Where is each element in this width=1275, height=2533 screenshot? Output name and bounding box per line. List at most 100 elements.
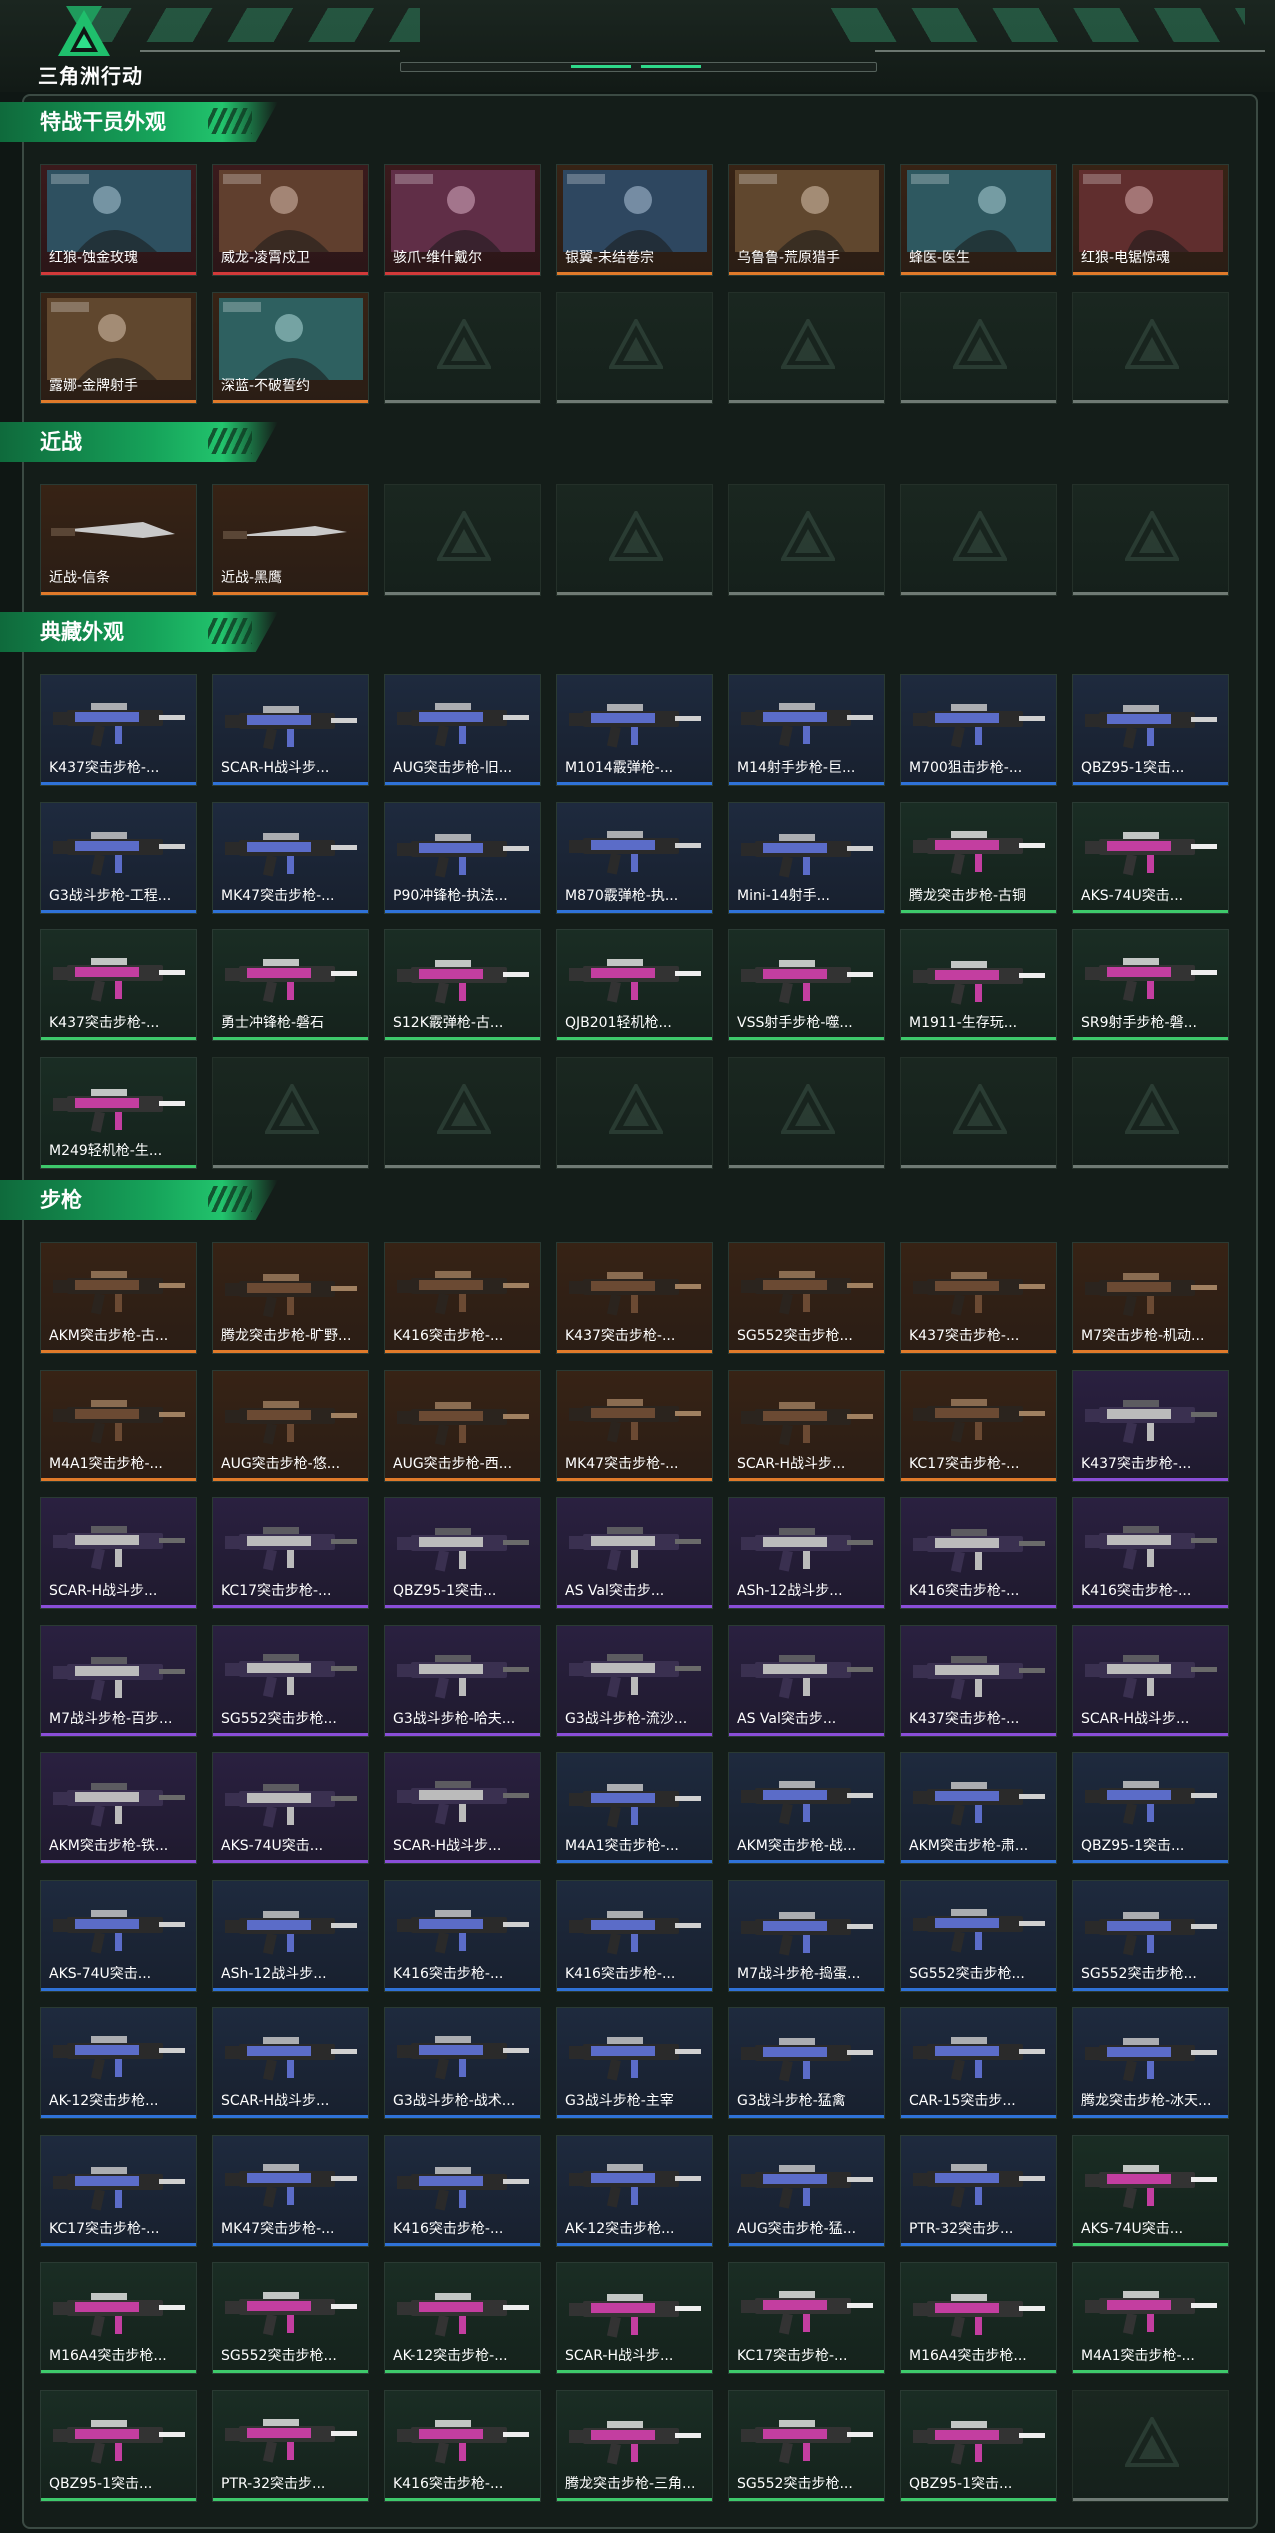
item-card[interactable]: 勇士冲锋枪-磐石 [212,929,369,1041]
item-card[interactable]: MK47突击步枪-... [212,801,369,914]
item-card[interactable]: K416突击步枪-... [384,2134,541,2247]
item-card[interactable]: 骇爪-维什戴尔 [384,164,541,276]
item-card[interactable]: QBZ95-1突击... [900,2389,1057,2502]
item-card[interactable]: M16A4突击步枪... [900,2262,1057,2374]
item-card[interactable]: AUG突击步枪-旧... [384,674,541,786]
item-card[interactable]: AKM突击步枪-铁... [40,1752,197,1864]
item-card[interactable]: 银翼-未结卷宗 [556,164,713,276]
item-card[interactable]: M249轻机枪-生... [40,1056,197,1169]
item-card[interactable]: KC17突击步枪-... [212,1497,369,1609]
item-card[interactable]: M4A1突击步枪-... [556,1752,713,1864]
item-card[interactable]: VSS射手步枪-噬... [728,929,885,1041]
item-card[interactable]: AKM突击步枪-战... [728,1752,885,1864]
item-card[interactable]: 近战-黑鹰 [212,484,369,596]
item-card[interactable]: G3战斗步枪-战术... [384,2007,541,2119]
item-card[interactable]: QBZ95-1突击... [1072,674,1229,786]
item-card[interactable]: M7战斗步枪-百步... [40,1624,197,1737]
item-card[interactable]: G3战斗步枪-哈夫... [384,1624,541,1737]
item-card[interactable]: QBZ95-1突击... [384,1497,541,1609]
item-card[interactable]: SG552突击步枪... [728,1242,885,1354]
item-card[interactable]: K437突击步枪-... [40,674,197,786]
item-card[interactable]: AK-12突击步枪... [40,2007,197,2119]
item-card[interactable]: AK-12突击步枪-... [384,2262,541,2374]
item-card[interactable]: AKS-74U突击... [1072,2134,1229,2247]
item-card[interactable]: 红狼-电锯惊魂 [1072,164,1229,276]
item-card[interactable]: KC17突击步枪-... [900,1369,1057,1482]
item-card[interactable]: K416突击步枪-... [900,1497,1057,1609]
item-card[interactable]: AKS-74U突击... [40,1879,197,1992]
item-card[interactable]: 近战-信条 [40,484,197,596]
item-card[interactable]: AKS-74U突击... [1072,801,1229,914]
item-card[interactable]: P90冲锋枪-执法... [384,801,541,914]
item-card[interactable]: SCAR-H战斗步... [384,1752,541,1864]
item-card[interactable]: AUG突击步枪-西... [384,1369,541,1482]
item-card[interactable]: Mini-14射手... [728,801,885,914]
item-card[interactable]: K416突击步枪-... [1072,1497,1229,1609]
item-card[interactable]: 深蓝-不破誓约 [212,291,369,404]
item-card[interactable]: MK47突击步枪-... [556,1369,713,1482]
item-card[interactable]: 露娜-金牌射手 [40,291,197,404]
item-card[interactable]: QBZ95-1突击... [1072,1752,1229,1864]
item-card[interactable]: M7战斗步枪-捣蛋... [728,1879,885,1992]
item-card[interactable]: M870霰弹枪-执... [556,801,713,914]
item-card[interactable]: SCAR-H战斗步... [728,1369,885,1482]
item-card[interactable]: G3战斗步枪-主宰 [556,2007,713,2119]
item-card[interactable]: MK47突击步枪-... [212,2134,369,2247]
item-card[interactable]: 腾龙突击步枪-三角... [556,2389,713,2502]
item-card[interactable]: AUG突击步枪-猛... [728,2134,885,2247]
item-card[interactable]: ASh-12战斗步... [212,1879,369,1992]
item-card[interactable]: K437突击步枪-... [1072,1369,1229,1482]
item-card[interactable]: 红狼-蚀金玫瑰 [40,164,197,276]
item-card[interactable]: SG552突击步枪... [728,2389,885,2502]
item-card[interactable]: AUG突击步枪-悠... [212,1369,369,1482]
item-card[interactable]: K437突击步枪-... [900,1242,1057,1354]
item-card[interactable]: QBZ95-1突击... [40,2389,197,2502]
item-card[interactable]: K437突击步枪-... [40,929,197,1041]
item-card[interactable]: SCAR-H战斗步... [212,2007,369,2119]
item-card[interactable]: 乌鲁鲁-荒原猎手 [728,164,885,276]
item-card[interactable]: SCAR-H战斗步... [212,674,369,786]
item-card[interactable]: SCAR-H战斗步... [556,2262,713,2374]
item-card[interactable]: M4A1突击步枪-... [1072,2262,1229,2374]
item-card[interactable]: M4A1突击步枪-... [40,1369,197,1482]
item-card[interactable]: PTR-32突击步... [212,2389,369,2502]
item-card[interactable]: K416突击步枪-... [384,2389,541,2502]
item-card[interactable]: M1911-生存玩... [900,929,1057,1041]
item-card[interactable]: K416突击步枪-... [384,1879,541,1992]
item-card[interactable]: AKM突击步枪-肃... [900,1752,1057,1864]
item-card[interactable]: ASh-12战斗步... [728,1497,885,1609]
item-card[interactable]: 威龙-凌霄戍卫 [212,164,369,276]
item-card[interactable]: AKS-74U突击... [212,1752,369,1864]
item-card[interactable]: CAR-15突击步... [900,2007,1057,2119]
item-card[interactable]: K416突击步枪-... [384,1242,541,1354]
item-card[interactable]: AS Val突击步... [556,1497,713,1609]
item-card[interactable]: K437突击步枪-... [900,1624,1057,1737]
item-card[interactable]: M1014霰弹枪-... [556,674,713,786]
item-card[interactable]: PTR-32突击步... [900,2134,1057,2247]
item-card[interactable]: SG552突击步枪... [212,1624,369,1737]
item-card[interactable]: S12K霰弹枪-古... [384,929,541,1041]
item-card[interactable]: QJB201轻机枪... [556,929,713,1041]
item-card[interactable]: 腾龙突击步枪-旷野... [212,1242,369,1354]
item-card[interactable]: G3战斗步枪-猛禽 [728,2007,885,2119]
item-card[interactable]: SG552突击步枪... [1072,1879,1229,1992]
item-card[interactable]: AS Val突击步... [728,1624,885,1737]
item-card[interactable]: M14射手步枪-巨... [728,674,885,786]
item-card[interactable]: SG552突击步枪... [900,1879,1057,1992]
item-card[interactable]: 腾龙突击步枪-古铜 [900,801,1057,914]
item-card[interactable]: 蜂医-医生 [900,164,1057,276]
item-card[interactable]: SG552突击步枪... [212,2262,369,2374]
item-card[interactable]: 腾龙突击步枪-冰天... [1072,2007,1229,2119]
item-card[interactable]: SR9射手步枪-磐... [1072,929,1229,1041]
item-card[interactable]: M7突击步枪-机动... [1072,1242,1229,1354]
item-card[interactable]: G3战斗步枪-工程... [40,801,197,914]
item-card[interactable]: G3战斗步枪-流沙... [556,1624,713,1737]
item-card[interactable]: AKM突击步枪-古... [40,1242,197,1354]
item-card[interactable]: K416突击步枪-... [556,1879,713,1992]
item-card[interactable]: AK-12突击步枪... [556,2134,713,2247]
item-card[interactable]: K437突击步枪-... [556,1242,713,1354]
item-card[interactable]: M700狙击步枪-... [900,674,1057,786]
item-card[interactable]: KC17突击步枪-... [40,2134,197,2247]
item-card[interactable]: SCAR-H战斗步... [40,1497,197,1609]
item-card[interactable]: KC17突击步枪-... [728,2262,885,2374]
